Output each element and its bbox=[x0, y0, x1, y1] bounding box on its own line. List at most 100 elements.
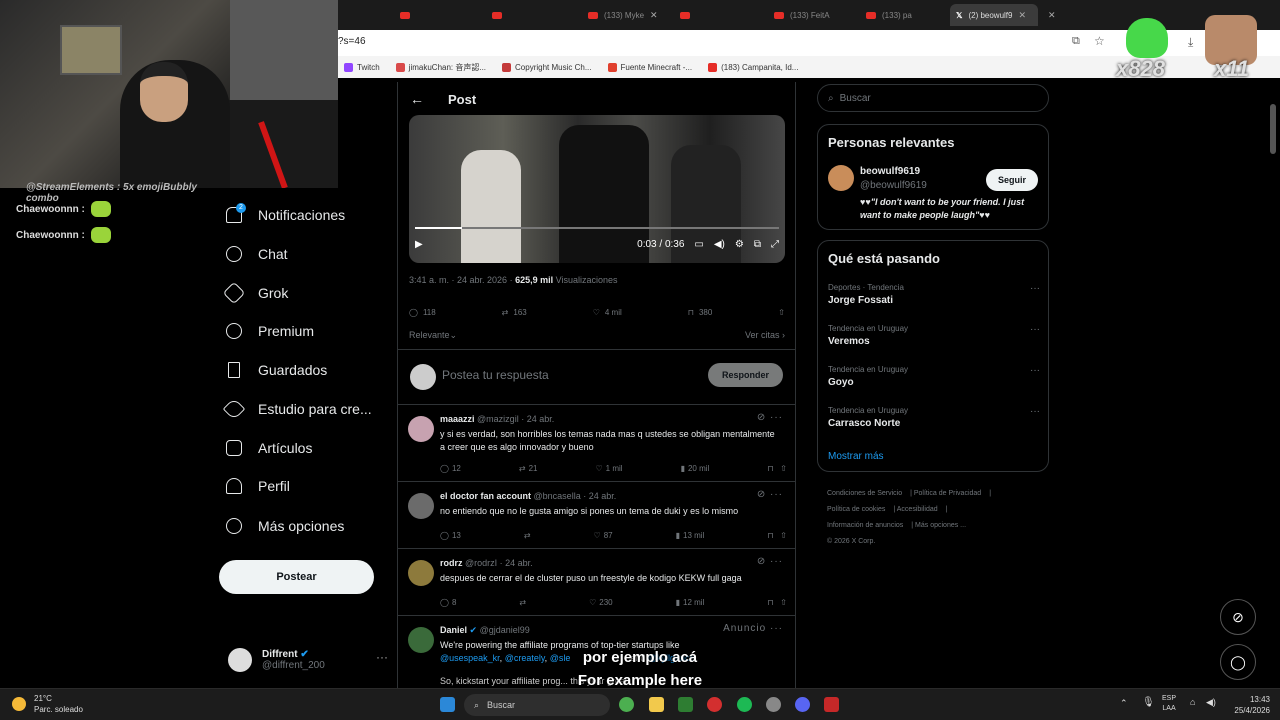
quotes-link[interactable]: Ver citas › bbox=[745, 330, 785, 341]
close-icon[interactable]: ✕ bbox=[1018, 10, 1026, 21]
chrome-icon[interactable] bbox=[619, 697, 634, 712]
browser-tab[interactable] bbox=[674, 4, 702, 26]
post-button[interactable]: Postear bbox=[219, 560, 374, 594]
opera-icon[interactable] bbox=[707, 697, 722, 712]
show-more-link[interactable]: Mostrar más bbox=[828, 451, 884, 462]
sort-dropdown[interactable]: Relevante⌄ bbox=[409, 330, 457, 341]
bookmark-share[interactable]: ⊓ ⇧ bbox=[767, 531, 787, 540]
like-button[interactable]: ♡ 4 mil bbox=[593, 308, 622, 317]
more-icon[interactable]: ⊘ ··· bbox=[757, 556, 783, 567]
search-input[interactable]: ⌕ Buscar bbox=[817, 84, 1049, 112]
close-icon[interactable]: ✕ bbox=[1048, 10, 1056, 21]
browser-tab[interactable]: (133) pa bbox=[860, 4, 918, 26]
microphone-icon[interactable]: 🎙 bbox=[1142, 697, 1155, 708]
footer-link[interactable]: Accesibilidad bbox=[897, 506, 938, 513]
play-icon[interactable]: ▶ bbox=[415, 239, 423, 250]
repost-button[interactable]: ⇄ bbox=[519, 598, 526, 607]
messages-fab-button[interactable]: ◯ bbox=[1220, 644, 1256, 680]
browser-tab[interactable]: (133) Myke ✕ bbox=[582, 4, 664, 26]
more-icon[interactable]: ··· bbox=[1030, 283, 1040, 294]
bookmark-button[interactable]: ⊓ 380 bbox=[688, 308, 713, 317]
browser-tab-active[interactable]: 𝕏 (2) beowulf9 ✕ bbox=[950, 4, 1038, 26]
close-icon[interactable]: ✕ bbox=[650, 10, 658, 21]
sidebar-item-guardados[interactable]: Guardados bbox=[226, 362, 327, 378]
install-icon[interactable]: ⧉ bbox=[1072, 35, 1080, 48]
footer-link[interactable]: Información de anuncios bbox=[827, 522, 903, 529]
sidebar-item-chat[interactable]: Chat bbox=[226, 246, 288, 262]
browser-tab[interactable] bbox=[486, 4, 514, 26]
person-name[interactable]: beowulf9619 bbox=[860, 166, 920, 177]
trend-item[interactable]: Tendencia en Uruguay Goyo ··· bbox=[828, 365, 1040, 388]
footer-link[interactable]: Más opciones ... bbox=[915, 522, 966, 529]
more-icon[interactable]: ⊘ ··· bbox=[757, 412, 783, 423]
sidebar-item-articulos[interactable]: Artículos bbox=[226, 440, 312, 456]
more-icon[interactable]: ··· bbox=[1030, 365, 1040, 376]
folder-icon[interactable] bbox=[649, 697, 664, 712]
reply-button[interactable]: ◯ 13 bbox=[440, 531, 461, 540]
system-clock[interactable]: 13:43 25/4/2026 bbox=[1234, 694, 1270, 716]
repost-button[interactable]: ⇄ 163 bbox=[502, 308, 527, 317]
fullscreen-icon[interactable]: ⤢ bbox=[771, 239, 779, 250]
trend-item[interactable]: Tendencia en Uruguay Veremos ··· bbox=[828, 324, 1040, 347]
settings-icon[interactable]: ⚙ bbox=[735, 239, 744, 250]
browser-tab[interactable]: (133) FeitA bbox=[768, 4, 836, 26]
bookmark-share[interactable]: ⊓ ⇧ bbox=[767, 464, 787, 473]
follow-button[interactable]: Seguir bbox=[986, 169, 1038, 191]
reply-tweet[interactable]: el doctor fan account @bncasella · 24 ab… bbox=[398, 483, 795, 549]
captions-icon[interactable]: ▭ bbox=[694, 239, 703, 250]
bookmark-star-icon[interactable]: ☆ bbox=[1094, 34, 1105, 48]
language-indicator[interactable]: ESP LAA bbox=[1162, 694, 1176, 714]
volume-icon[interactable]: ◀) bbox=[714, 239, 725, 250]
sidebar-item-mas-opciones[interactable]: Más opciones bbox=[226, 518, 344, 534]
sidebar-item-premium[interactable]: Premium bbox=[226, 323, 314, 339]
sidebar-item-perfil[interactable]: Perfil bbox=[226, 478, 290, 494]
spotify-icon[interactable] bbox=[737, 697, 752, 712]
taskbar-search[interactable]: ⌕ Buscar bbox=[464, 694, 610, 716]
reply-tweet[interactable]: maaazzi @mazizgil · 24 abr. ⊘ ··· y si e… bbox=[398, 406, 795, 482]
trend-item[interactable]: Tendencia en Uruguay Carrasco Norte ··· bbox=[828, 406, 1040, 429]
mention-link[interactable]: @usespeak_kr bbox=[440, 653, 500, 663]
volume-icon[interactable]: ◀) bbox=[1206, 697, 1216, 708]
network-icon[interactable]: ⌂ bbox=[1190, 697, 1195, 707]
bookmark-item[interactable]: Copyright Music Ch... bbox=[502, 62, 592, 72]
views-button[interactable]: ▮ 20 mil bbox=[681, 464, 710, 473]
download-icon[interactable]: ⤓ bbox=[1188, 35, 1193, 50]
discord-icon[interactable] bbox=[795, 697, 810, 712]
browser-tab[interactable] bbox=[394, 4, 422, 26]
weather-widget[interactable]: 21°C Parc. soleado bbox=[12, 693, 83, 715]
more-icon[interactable]: ··· bbox=[1030, 406, 1040, 417]
footer-link[interactable]: Política de cookies bbox=[827, 506, 885, 513]
bookmark-item[interactable]: Twitch bbox=[344, 62, 380, 72]
video-player[interactable]: ▶ 0:03 / 0:36 ▭ ◀) ⚙ ⧉ ⤢ bbox=[409, 115, 785, 263]
grok-fab-button[interactable]: ⊘ bbox=[1220, 599, 1256, 635]
app-icon[interactable] bbox=[824, 697, 839, 712]
tray-chevron-icon[interactable]: ⌃ bbox=[1120, 698, 1128, 709]
back-arrow-icon[interactable]: ← bbox=[410, 91, 424, 107]
more-icon[interactable]: ··· bbox=[376, 650, 388, 664]
repost-button[interactable]: ⇄ 21 bbox=[519, 464, 538, 473]
views-button[interactable]: ▮ 13 mil bbox=[676, 531, 705, 540]
scrollbar[interactable] bbox=[1270, 104, 1276, 154]
like-button[interactable]: ♡ 87 bbox=[594, 531, 613, 540]
steam-icon[interactable] bbox=[766, 697, 781, 712]
new-tab-button[interactable]: ✕ bbox=[1042, 4, 1062, 26]
video-progress-bar[interactable] bbox=[415, 227, 779, 229]
windows-start-icon[interactable] bbox=[440, 697, 455, 712]
pip-icon[interactable]: ⧉ bbox=[754, 239, 761, 250]
bookmark-item[interactable]: (183) Campanita, Id... bbox=[708, 62, 798, 72]
bookmark-share[interactable]: ⊓ ⇧ bbox=[767, 598, 787, 607]
footer-link[interactable]: Política de Privacidad bbox=[914, 490, 981, 497]
bookmark-item[interactable]: jimakuChan: 音声認... bbox=[395, 62, 486, 73]
trend-item[interactable]: Deportes · Tendencia Jorge Fossati ··· bbox=[828, 283, 1040, 306]
reply-button[interactable]: ◯ 12 bbox=[440, 464, 461, 473]
more-icon[interactable]: ··· bbox=[1030, 324, 1040, 335]
account-switcher[interactable]: Diffrent ✔ @diffrent_200 ··· bbox=[228, 644, 388, 676]
reply-button[interactable]: ◯ 118 bbox=[409, 308, 436, 317]
bookmark-item[interactable]: Fuente Minecraft -... bbox=[607, 62, 692, 72]
like-button[interactable]: ♡ 1 mil bbox=[596, 464, 623, 473]
responder-button[interactable]: Responder bbox=[708, 363, 783, 387]
views-button[interactable]: ▮ 12 mil bbox=[676, 598, 705, 607]
sidebar-item-estudio[interactable]: Estudio para cre... bbox=[222, 397, 372, 421]
reply-tweet[interactable]: rodrz @rodrzI · 24 abr. ⊘ ··· despues de… bbox=[398, 550, 795, 616]
more-icon[interactable]: ⊘ ··· bbox=[757, 489, 783, 500]
